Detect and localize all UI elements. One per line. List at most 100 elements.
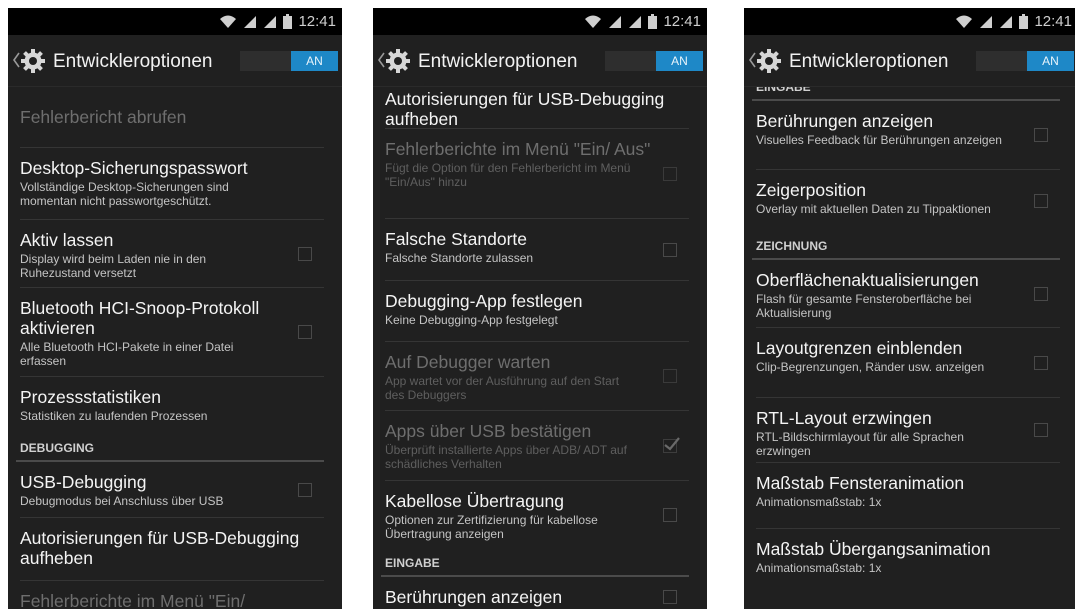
- settings-item[interactable]: Aktiv lassen Display wird beim Laden nie …: [8, 220, 342, 287]
- section-header: EINGABE: [756, 87, 811, 94]
- settings-item-summary: Fügt die Option für den Fehlerbericht im…: [385, 161, 631, 189]
- settings-item-summary: Debugmodus bei Anschluss über USB: [20, 494, 224, 508]
- switch-label: AN: [656, 51, 703, 71]
- settings-item[interactable]: Autorisierungen für USB-Debugging aufheb…: [373, 87, 707, 129]
- settings-item-summary: Optionen zur Zertifizierung für kabellos…: [385, 513, 598, 541]
- settings-item-title: Aktiv lassen: [20, 230, 114, 250]
- settings-item[interactable]: Prozessstatistiken Statistiken zu laufend…: [8, 377, 342, 434]
- gear-icon: [386, 49, 410, 73]
- settings-item-summary: Clip-Begrenzungen, Ränder usw. anzeigen: [756, 360, 985, 374]
- settings-item-title: USB-Debugging: [20, 472, 147, 492]
- battery-icon: [283, 14, 293, 29]
- checkbox[interactable]: [298, 247, 312, 261]
- settings-list[interactable]: EINGABE Berührungen anzeigen Visuelles Fee…: [744, 87, 1075, 609]
- settings-item-title: RTL-Layout erzwingen: [756, 408, 932, 428]
- checkbox[interactable]: [663, 590, 677, 604]
- switch-label: AN: [1027, 51, 1074, 71]
- settings-item[interactable]: Debugging-App festlegen Keine Debugging-A…: [373, 281, 707, 341]
- checkbox[interactable]: [663, 508, 677, 522]
- checkbox[interactable]: [1034, 356, 1048, 370]
- settings-item-title: Oberflächenaktualisierungen: [756, 270, 979, 290]
- settings-item-title: Autorisierungen für USB-Debugging aufheb…: [385, 89, 665, 129]
- settings-item-title: Autorisierungen für USB-Debugging aufheb…: [20, 528, 300, 568]
- settings-item[interactable]: Maßstab Übergangsanimation Animationsmaßs…: [744, 529, 1075, 594]
- action-bar: Entwickleroptionen AN: [744, 35, 1075, 87]
- battery-icon: [1019, 14, 1029, 29]
- settings-item-title: Bluetooth HCI-Snoop-Protokoll aktivieren: [20, 298, 260, 338]
- settings-item-title: Falsche Standorte: [385, 229, 528, 249]
- settings-list[interactable]: Fehlerbericht abrufen Desktop-Sicherungsp…: [8, 87, 342, 609]
- settings-item-title: Maßstab Übergangsanimation: [756, 539, 991, 559]
- checkbox[interactable]: [1034, 194, 1048, 208]
- signal-icon: [244, 15, 257, 28]
- settings-item-title: Berührungen anzeigen: [385, 587, 563, 607]
- checkbox: [663, 167, 677, 181]
- page-title: Entwickleroptionen: [53, 51, 213, 72]
- settings-item[interactable]: Autorisierungen für USB-Debugging aufheb…: [8, 518, 342, 580]
- status-time: 12:41: [298, 13, 336, 30]
- settings-item-summary: Vollständige Desktop-Sicherungen sind mo…: [20, 180, 229, 208]
- settings-item[interactable]: Oberflächenaktualisierungen Flash für ges…: [744, 260, 1075, 327]
- settings-item-summary: Keine Debugging-App festgelegt: [385, 313, 558, 327]
- signal-icon: [1000, 15, 1013, 28]
- checkbox[interactable]: [298, 483, 312, 497]
- developer-options-switch[interactable]: AN: [240, 51, 338, 71]
- gear-icon: [21, 49, 45, 73]
- settings-item-summary: Falsche Standorte zulassen: [385, 251, 534, 265]
- settings-item-title: Apps über USB bestätigen: [385, 421, 592, 441]
- settings-item[interactable]: USB-Debugging Debugmodus bei Anschluss üb…: [8, 462, 342, 517]
- settings-item-summary: Überprüft installierte Apps über ADB/ AD…: [385, 443, 627, 471]
- checkbox-checked: [663, 437, 680, 453]
- settings-item-summary: RTL-Bildschirmlayout für alle Sprachen e…: [756, 430, 964, 458]
- settings-item[interactable]: RTL-Layout erzwingen RTL-Bildschirmlayout…: [744, 398, 1075, 462]
- checkmark-icon: [664, 437, 680, 451]
- settings-item[interactable]: Bluetooth HCI-Snoop-Protokoll aktivieren…: [8, 288, 342, 376]
- settings-item[interactable]: Berührungen anzeigen: [373, 577, 707, 609]
- settings-list[interactable]: Autorisierungen für USB-Debugging aufheb…: [373, 87, 707, 609]
- settings-item-title: Layoutgrenzen einblenden: [756, 338, 963, 358]
- settings-item[interactable]: Falsche Standorte Falsche Standorte zulas…: [373, 219, 707, 280]
- settings-item-title: Auf Debugger warten: [385, 352, 551, 372]
- developer-options-switch[interactable]: AN: [605, 51, 703, 71]
- settings-item-summary: App wartet vor der Ausführung auf den St…: [385, 374, 620, 402]
- settings-item[interactable]: Desktop-Sicherungspasswort Vollständige D…: [8, 148, 342, 219]
- settings-item-summary: Visuelles Feedback für Berührungen anzei…: [756, 133, 1002, 147]
- action-bar: Entwickleroptionen AN: [373, 35, 707, 87]
- status-time: 12:41: [663, 13, 701, 30]
- settings-item[interactable]: Kabellose Übertragung Optionen zur Zertif…: [373, 481, 707, 549]
- page-title: Entwickleroptionen: [418, 51, 578, 72]
- checkbox[interactable]: [1034, 287, 1048, 301]
- checkbox[interactable]: [1034, 423, 1048, 437]
- settings-item[interactable]: Berührungen anzeigen Visuelles Feedback f…: [744, 101, 1075, 169]
- signal-icon: [264, 15, 277, 28]
- page-title: Entwickleroptionen: [789, 51, 949, 72]
- section-header: EINGABE: [385, 556, 440, 570]
- settings-item[interactable]: Zeigerposition Overlay mit aktuellen Date…: [744, 170, 1075, 232]
- phone-screen-3: 12:41 Entwickleroptionen AN EINGABE Berü…: [744, 8, 1075, 609]
- settings-item: Apps über USB bestätigen Überprüft instal…: [373, 411, 707, 480]
- phone-screen-2: 12:41 Entwickleroptionen AN Autorisierun…: [373, 8, 707, 609]
- settings-item-title: Prozessstatistiken: [20, 387, 162, 407]
- checkbox[interactable]: [298, 325, 312, 339]
- settings-item-summary: Flash für gesamte Fensteroberfläche bei …: [756, 292, 972, 320]
- status-bar: 12:41: [744, 8, 1075, 35]
- developer-options-switch[interactable]: AN: [976, 51, 1074, 71]
- checkbox[interactable]: [1034, 128, 1048, 142]
- signal-icon: [609, 15, 622, 28]
- settings-item[interactable]: Maßstab Fensteranimation Animationsmaßsta…: [744, 463, 1075, 528]
- settings-item-summary: Overlay mit aktuellen Daten zu Tippaktio…: [756, 202, 991, 216]
- settings-item[interactable]: Layoutgrenzen einblenden Clip-Begrenzunge…: [744, 328, 1075, 397]
- section-header: DEBUGGING: [20, 441, 95, 455]
- gear-icon: [757, 49, 781, 73]
- battery-icon: [648, 14, 658, 29]
- wifi-icon: [956, 15, 973, 28]
- signal-icon: [980, 15, 993, 28]
- status-bar: 12:41: [373, 8, 707, 35]
- section-header: ZEICHNUNG: [756, 239, 828, 253]
- settings-item-summary: Animationsmaßstab: 1x: [756, 561, 882, 575]
- checkbox: [663, 369, 677, 383]
- status-bar: 12:41: [8, 8, 342, 35]
- checkbox[interactable]: [663, 243, 677, 257]
- settings-item-summary: Statistiken zu laufenden Prozessen: [20, 409, 208, 423]
- settings-item-title: Kabellose Übertragung: [385, 491, 565, 511]
